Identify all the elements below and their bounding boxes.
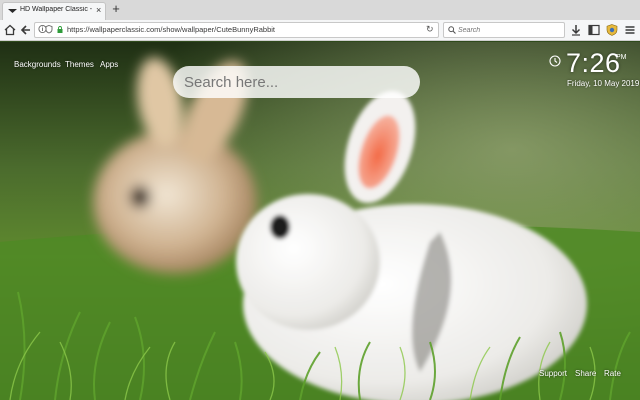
browser-search-input[interactable] (458, 24, 562, 36)
page-search-box[interactable] (173, 66, 420, 98)
page-search-input[interactable] (184, 73, 409, 91)
favicon-icon (8, 9, 17, 13)
clock-time: 7:26 (566, 48, 621, 78)
download-icon[interactable] (569, 23, 583, 37)
back-icon[interactable] (19, 23, 33, 37)
menu-icon[interactable] (623, 23, 637, 37)
sidebar-icon[interactable] (587, 23, 601, 37)
extension-icon[interactable] (605, 23, 619, 37)
backgrounds-link[interactable]: Backgrounds (14, 60, 61, 69)
clock-date: Friday, 10 May 2019 (567, 79, 640, 88)
url-bar[interactable]: https://wallpaperclassic.com/show/wallpa… (34, 22, 439, 38)
themes-link[interactable]: Themes (65, 60, 94, 69)
tab-title: HD Wallpaper Classic - Cute (20, 6, 92, 13)
tab-strip: HD Wallpaper Classic - Cute × + (0, 0, 640, 20)
browser-tab[interactable]: HD Wallpaper Classic - Cute × (2, 2, 106, 20)
home-icon[interactable] (3, 23, 17, 37)
rate-link[interactable]: Rate (604, 369, 621, 378)
clock-icon[interactable] (549, 55, 561, 67)
new-tab-button[interactable]: + (110, 2, 122, 16)
support-link[interactable]: Support (539, 369, 567, 378)
new-tab-page: Backgrounds Themes Apps 7:26 PM Friday, … (0, 42, 640, 400)
lock-icon (57, 26, 63, 33)
search-icon (448, 26, 456, 34)
clock-ampm: PM (616, 54, 627, 61)
url-text[interactable]: https://wallpaperclassic.com/show/wallpa… (67, 25, 275, 34)
reload-icon[interactable]: ↻ (426, 24, 434, 35)
tab-close-icon[interactable]: × (96, 5, 101, 16)
info-icon[interactable] (38, 24, 54, 34)
share-link[interactable]: Share (575, 369, 596, 378)
navigation-toolbar: https://wallpaperclassic.com/show/wallpa… (0, 20, 640, 41)
apps-link[interactable]: Apps (100, 60, 118, 69)
browser-search-bar[interactable] (443, 22, 565, 38)
